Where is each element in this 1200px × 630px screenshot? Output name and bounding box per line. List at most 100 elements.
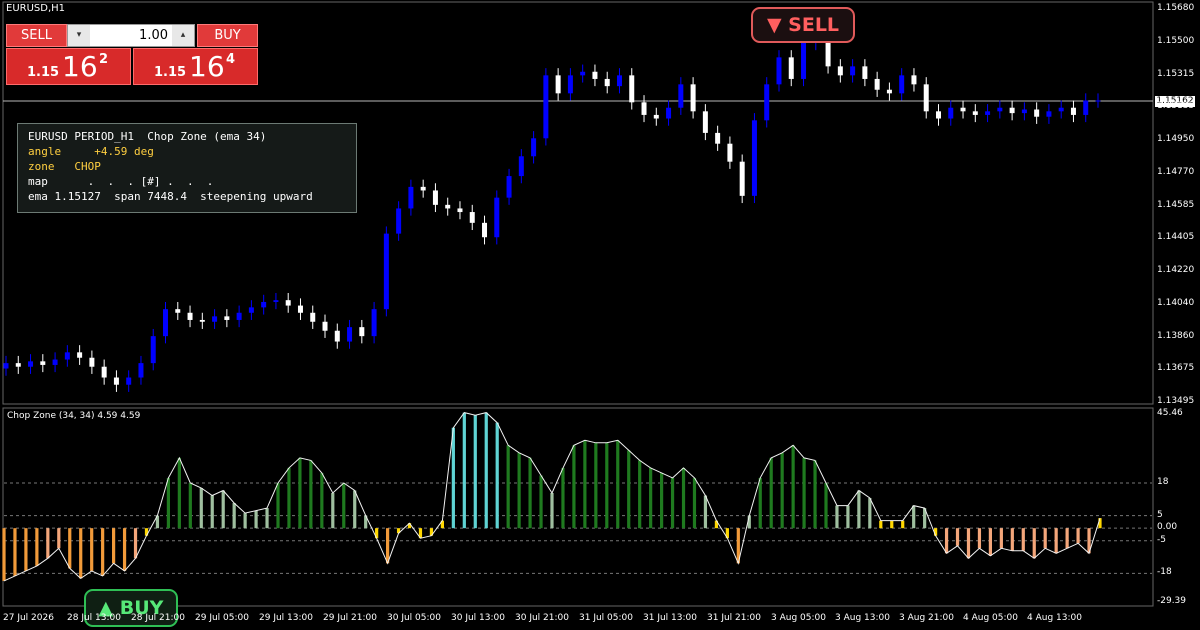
time-axis-label: 29 Jul 05:00	[195, 613, 249, 623]
chop-bar	[572, 445, 576, 529]
chop-bar	[813, 460, 817, 529]
chop-bar	[68, 528, 72, 569]
indicator-axis-label: 45.46	[1157, 408, 1183, 418]
chop-bar	[122, 528, 127, 571]
chop-bar	[857, 490, 861, 529]
chop-bar	[550, 493, 554, 529]
chop-bar	[1054, 528, 1058, 554]
chop-bar	[320, 472, 324, 529]
lot-decrease-icon[interactable]: ▾	[68, 25, 90, 46]
chop-bar	[133, 528, 138, 559]
chop-bar	[342, 482, 346, 529]
chop-bar	[769, 457, 773, 529]
chop-bar	[835, 505, 839, 529]
buy-button[interactable]: BUY	[197, 24, 258, 47]
lot-increase-icon[interactable]: ▴	[172, 25, 194, 46]
time-axis-label: 3 Aug 13:00	[835, 613, 890, 623]
time-axis-label: 3 Aug 05:00	[771, 613, 826, 623]
indicator-axis-label: -5	[1157, 534, 1166, 545]
chop-bar	[758, 477, 762, 529]
price-axis-label: 1.15135	[1157, 101, 1195, 112]
chop-bar	[79, 528, 83, 579]
chop-bar	[232, 503, 236, 529]
chop-bar	[583, 440, 587, 529]
price-axis-label: 1.14405	[1157, 232, 1195, 243]
price-axis-label: 1.14950	[1157, 134, 1195, 144]
chop-bar	[386, 528, 390, 564]
lot-size-value[interactable]: 1.00	[92, 25, 170, 46]
time-axis-label: 31 Jul 21:00	[707, 613, 761, 623]
chop-bar	[539, 475, 543, 529]
candle	[739, 154, 745, 204]
time-axis-label: 30 Jul 21:00	[515, 613, 569, 623]
info-map: map . . . [#] . . .	[28, 175, 214, 188]
price-axis-label: 1.14040	[1157, 297, 1195, 308]
chop-bar	[517, 452, 521, 529]
price-axis-label: 1.14585	[1157, 199, 1195, 210]
time-axis-label: 30 Jul 05:00	[387, 613, 441, 623]
buy-price-small: 1.15	[154, 65, 187, 80]
indicator-axis-label: -18	[1157, 567, 1172, 578]
chop-bar	[90, 528, 94, 571]
chop-bar	[331, 493, 335, 529]
sell-price-button[interactable]: 1.15 16 2	[6, 48, 131, 85]
chop-bar	[298, 457, 302, 529]
sell-price-small: 1.15	[27, 65, 60, 80]
chop-bar	[879, 520, 883, 529]
time-axis-label: 30 Jul 13:00	[451, 613, 505, 623]
chop-bar	[999, 528, 1003, 549]
candle	[801, 35, 807, 87]
sell-price-sup: 2	[99, 52, 109, 67]
buy-price-button[interactable]: 1.15 16 4	[133, 48, 258, 85]
chop-bar	[1032, 528, 1036, 559]
sell-button[interactable]: SELL	[6, 24, 67, 47]
time-axis-label: 3 Aug 21:00	[899, 613, 954, 623]
chop-bar	[46, 528, 50, 559]
chart-canvas[interactable]	[0, 0, 1200, 630]
info-line-symbol: EURUSD PERIOD_H1 Chop Zone (ema 34)	[28, 130, 267, 143]
chop-bar	[473, 415, 477, 529]
chop-bar	[977, 528, 982, 549]
time-axis-label: 4 Aug 13:00	[1027, 613, 1082, 623]
chop-bar	[802, 457, 806, 529]
chop-bar	[243, 513, 247, 529]
chop-bar	[890, 520, 894, 529]
chop-bar	[24, 528, 28, 571]
chop-bar	[1043, 528, 1047, 549]
chop-bar	[309, 460, 313, 529]
chop-bar	[638, 460, 642, 529]
time-axis-label: 31 Jul 05:00	[579, 613, 633, 623]
time-axis-label: 31 Jul 13:00	[643, 613, 697, 623]
chop-bar	[944, 528, 949, 554]
chop-bar	[13, 528, 17, 576]
chop-bar	[912, 505, 916, 529]
price-axis-label: 1.13675	[1157, 363, 1195, 374]
chop-bar	[506, 445, 510, 529]
indicator-axis-label: 0.00	[1157, 522, 1178, 533]
chop-bar	[681, 467, 686, 529]
chop-bar	[484, 412, 488, 529]
chop-bar	[495, 422, 499, 529]
chop-bar	[287, 467, 291, 529]
chop-bar	[649, 467, 653, 529]
candle	[543, 68, 549, 146]
chop-bar	[791, 445, 795, 529]
chop-bar	[988, 528, 992, 556]
chop-bar	[188, 482, 192, 529]
info-zone-value: CHOP	[54, 160, 101, 173]
indicator-title: Chop Zone (34, 34) 4.59 4.59	[7, 411, 141, 421]
chop-bar	[101, 528, 105, 576]
chop-bar	[692, 477, 697, 529]
chop-bar	[1065, 528, 1069, 549]
chop-bar	[528, 457, 532, 529]
chop-bar	[276, 482, 280, 529]
indicator-axis-label: 5	[1157, 509, 1163, 520]
price-axis-label: 1.13495	[1157, 396, 1195, 406]
time-axis-label: 4 Aug 05:00	[963, 613, 1018, 623]
chop-bar	[353, 490, 357, 529]
chop-bar	[1076, 528, 1080, 544]
chop-bar	[846, 505, 850, 529]
price-axis-label: 1.15680	[1157, 3, 1195, 13]
lot-size-input[interactable]: ▾ 1.00 ▴	[67, 24, 195, 47]
chop-bar	[254, 510, 258, 529]
